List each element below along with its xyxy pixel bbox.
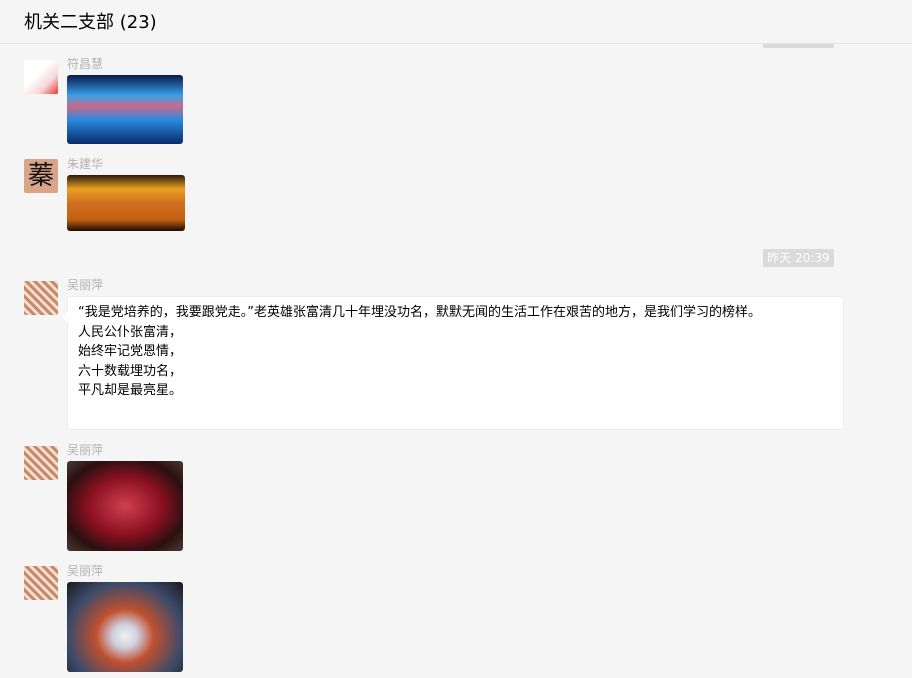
message-line: 始终牢记党恩情， (78, 344, 183, 359)
text-message[interactable]: “我是党培养的，我要跟党走。”老英雄张富清几十年埋没功名，默默无闻的生活工作在艰… (62, 296, 844, 430)
image-message[interactable] (67, 582, 183, 672)
avatar[interactable]: 蓁 (24, 159, 58, 193)
message-line: 六十数载埋功名， (78, 363, 183, 379)
message-line: 人民公仆张富清， (78, 324, 183, 340)
image-message[interactable] (67, 75, 183, 144)
sender-name: 符昌慧 (67, 57, 104, 71)
image-message[interactable] (67, 175, 185, 231)
avatar[interactable] (24, 566, 58, 600)
sender-name: 朱建华 (67, 157, 104, 171)
sender-name: 吴丽萍 (67, 278, 104, 292)
avatar[interactable] (24, 281, 58, 315)
chat-header: 机关二支部 (23) (0, 0, 912, 44)
avatar[interactable] (24, 60, 58, 94)
chat-title: 机关二支部 (23) (24, 12, 157, 33)
message-line: “我是党培养的，我要跟党走。”老英雄张富清几十年埋没功名，默默无闻的生活工作在艰… (78, 305, 761, 320)
sender-name: 吴丽萍 (67, 564, 104, 578)
message-line: 平凡却是最亮星。 (78, 383, 183, 398)
avatar[interactable] (24, 446, 58, 480)
timestamp: 昨天 20:39 (763, 249, 834, 267)
sender-name: 吴丽萍 (67, 443, 104, 457)
image-message[interactable] (67, 461, 183, 551)
avatar-glyph: 蓁 (27, 161, 54, 191)
